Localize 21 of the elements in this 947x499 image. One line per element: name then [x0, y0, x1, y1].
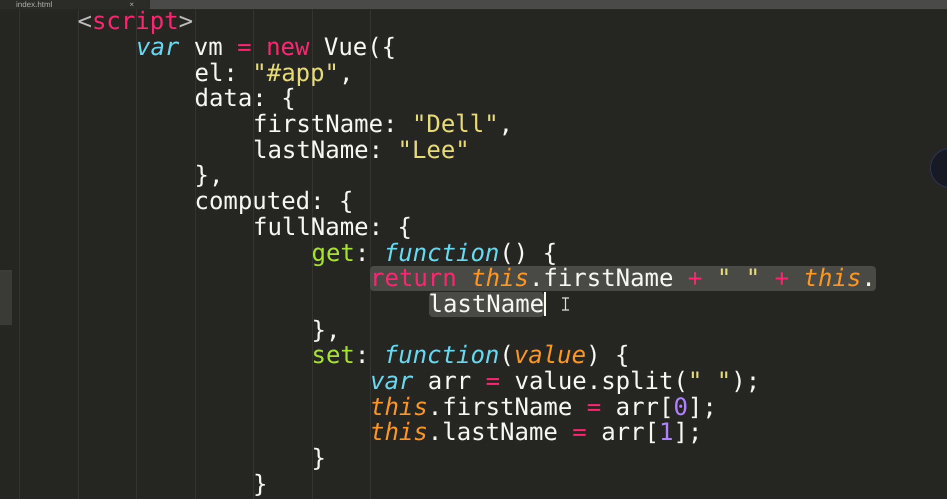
code-line: lastName: "Lee": [253, 138, 470, 163]
code-line: computed: {: [194, 189, 354, 214]
code-line: firstName: "Dell",: [253, 112, 514, 138]
code-line: set: function(value) {: [312, 343, 630, 368]
code-line: this.lastName = arr[1];: [370, 420, 702, 446]
code-line: el: "#app",: [194, 60, 354, 86]
code-line: var vm = new Vue({: [136, 35, 396, 60]
code-line: }: [253, 472, 268, 497]
code-line: <script>: [78, 9, 194, 34]
code-line: this.firstName = arr[0];: [370, 394, 717, 420]
code-line: }: [312, 446, 326, 472]
editor-tab[interactable]: index.html ×: [0, 0, 150, 9]
code-line: get: function() {: [312, 240, 558, 266]
code-line: },: [312, 318, 340, 343]
code-line: data: {: [194, 86, 296, 112]
i-beam-cursor-icon: [562, 297, 570, 312]
tab-label: index.html: [16, 0, 52, 9]
close-icon[interactable]: ×: [129, 0, 134, 9]
code-line: fullName: {: [253, 214, 412, 240]
code-line: var arr = value.split(" ");: [370, 368, 760, 394]
code-line: },: [194, 163, 224, 188]
